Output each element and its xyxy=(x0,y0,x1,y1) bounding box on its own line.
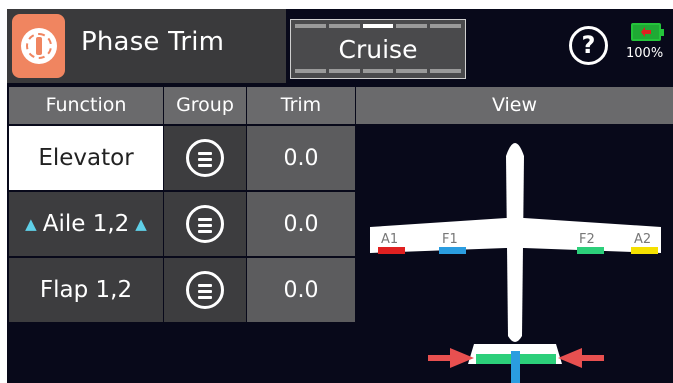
airplane-diagram: A1 F1 F2 A2 xyxy=(370,143,661,383)
page-title: Phase Trim xyxy=(81,27,225,57)
help-icon[interactable]: ? xyxy=(569,26,608,65)
group-button-aileron[interactable] xyxy=(164,192,246,256)
battery-percentage: 100% xyxy=(626,46,664,61)
fuselage xyxy=(506,143,524,342)
phase-selector[interactable]: Cruise xyxy=(290,19,466,79)
arrow-left-icon xyxy=(558,348,604,368)
function-cell-elevator[interactable]: Elevator xyxy=(9,126,163,190)
trim-value-elevator[interactable]: 0.0 xyxy=(247,126,355,190)
function-label: Elevator xyxy=(38,145,134,171)
triangle-up-icon: ▲ xyxy=(25,215,37,233)
aileron-a2 xyxy=(631,247,658,254)
phase-indicator-bottom xyxy=(295,69,461,74)
function-label: Aile 1,2 xyxy=(42,211,130,237)
app-icon[interactable] xyxy=(12,14,65,78)
phase-label: Cruise xyxy=(338,35,418,64)
function-label: Flap 1,2 xyxy=(39,277,133,303)
group-list-icon xyxy=(186,139,224,177)
group-button-elevator[interactable] xyxy=(164,126,246,190)
rudder-surface xyxy=(511,351,520,383)
function-cell-aileron[interactable]: ▲ Aile 1,2 ▲ xyxy=(9,192,163,256)
label-a2: A2 xyxy=(634,232,651,247)
trim-value-aileron[interactable]: 0.0 xyxy=(247,192,355,256)
phase-trim-icon xyxy=(21,28,57,64)
arrow-right-icon xyxy=(428,348,474,368)
triangle-up-icon: ▲ xyxy=(135,215,147,233)
group-list-icon xyxy=(186,271,224,309)
function-cell-flap[interactable]: Flap 1,2 xyxy=(9,258,163,322)
group-list-icon xyxy=(186,205,224,243)
trim-value-flap[interactable]: 0.0 xyxy=(247,258,355,322)
battery-charging-icon xyxy=(631,23,664,41)
phase-indicator-top xyxy=(295,24,461,29)
column-header-trim: Trim xyxy=(247,87,355,124)
column-header-group: Group xyxy=(164,87,246,124)
aileron-a1 xyxy=(378,247,405,254)
label-f1: F1 xyxy=(442,232,458,247)
flap-f1 xyxy=(439,247,466,254)
label-f2: F2 xyxy=(579,232,595,247)
column-header-view: View xyxy=(356,87,673,124)
screen: Phase Trim Cruise ? 100% Function Group … xyxy=(7,9,673,383)
flap-f2 xyxy=(577,247,604,254)
label-a1: A1 xyxy=(381,232,398,247)
group-button-flap[interactable] xyxy=(164,258,246,322)
aircraft-view: A1 F1 F2 A2 xyxy=(356,126,673,383)
column-header-function: Function xyxy=(9,87,163,124)
